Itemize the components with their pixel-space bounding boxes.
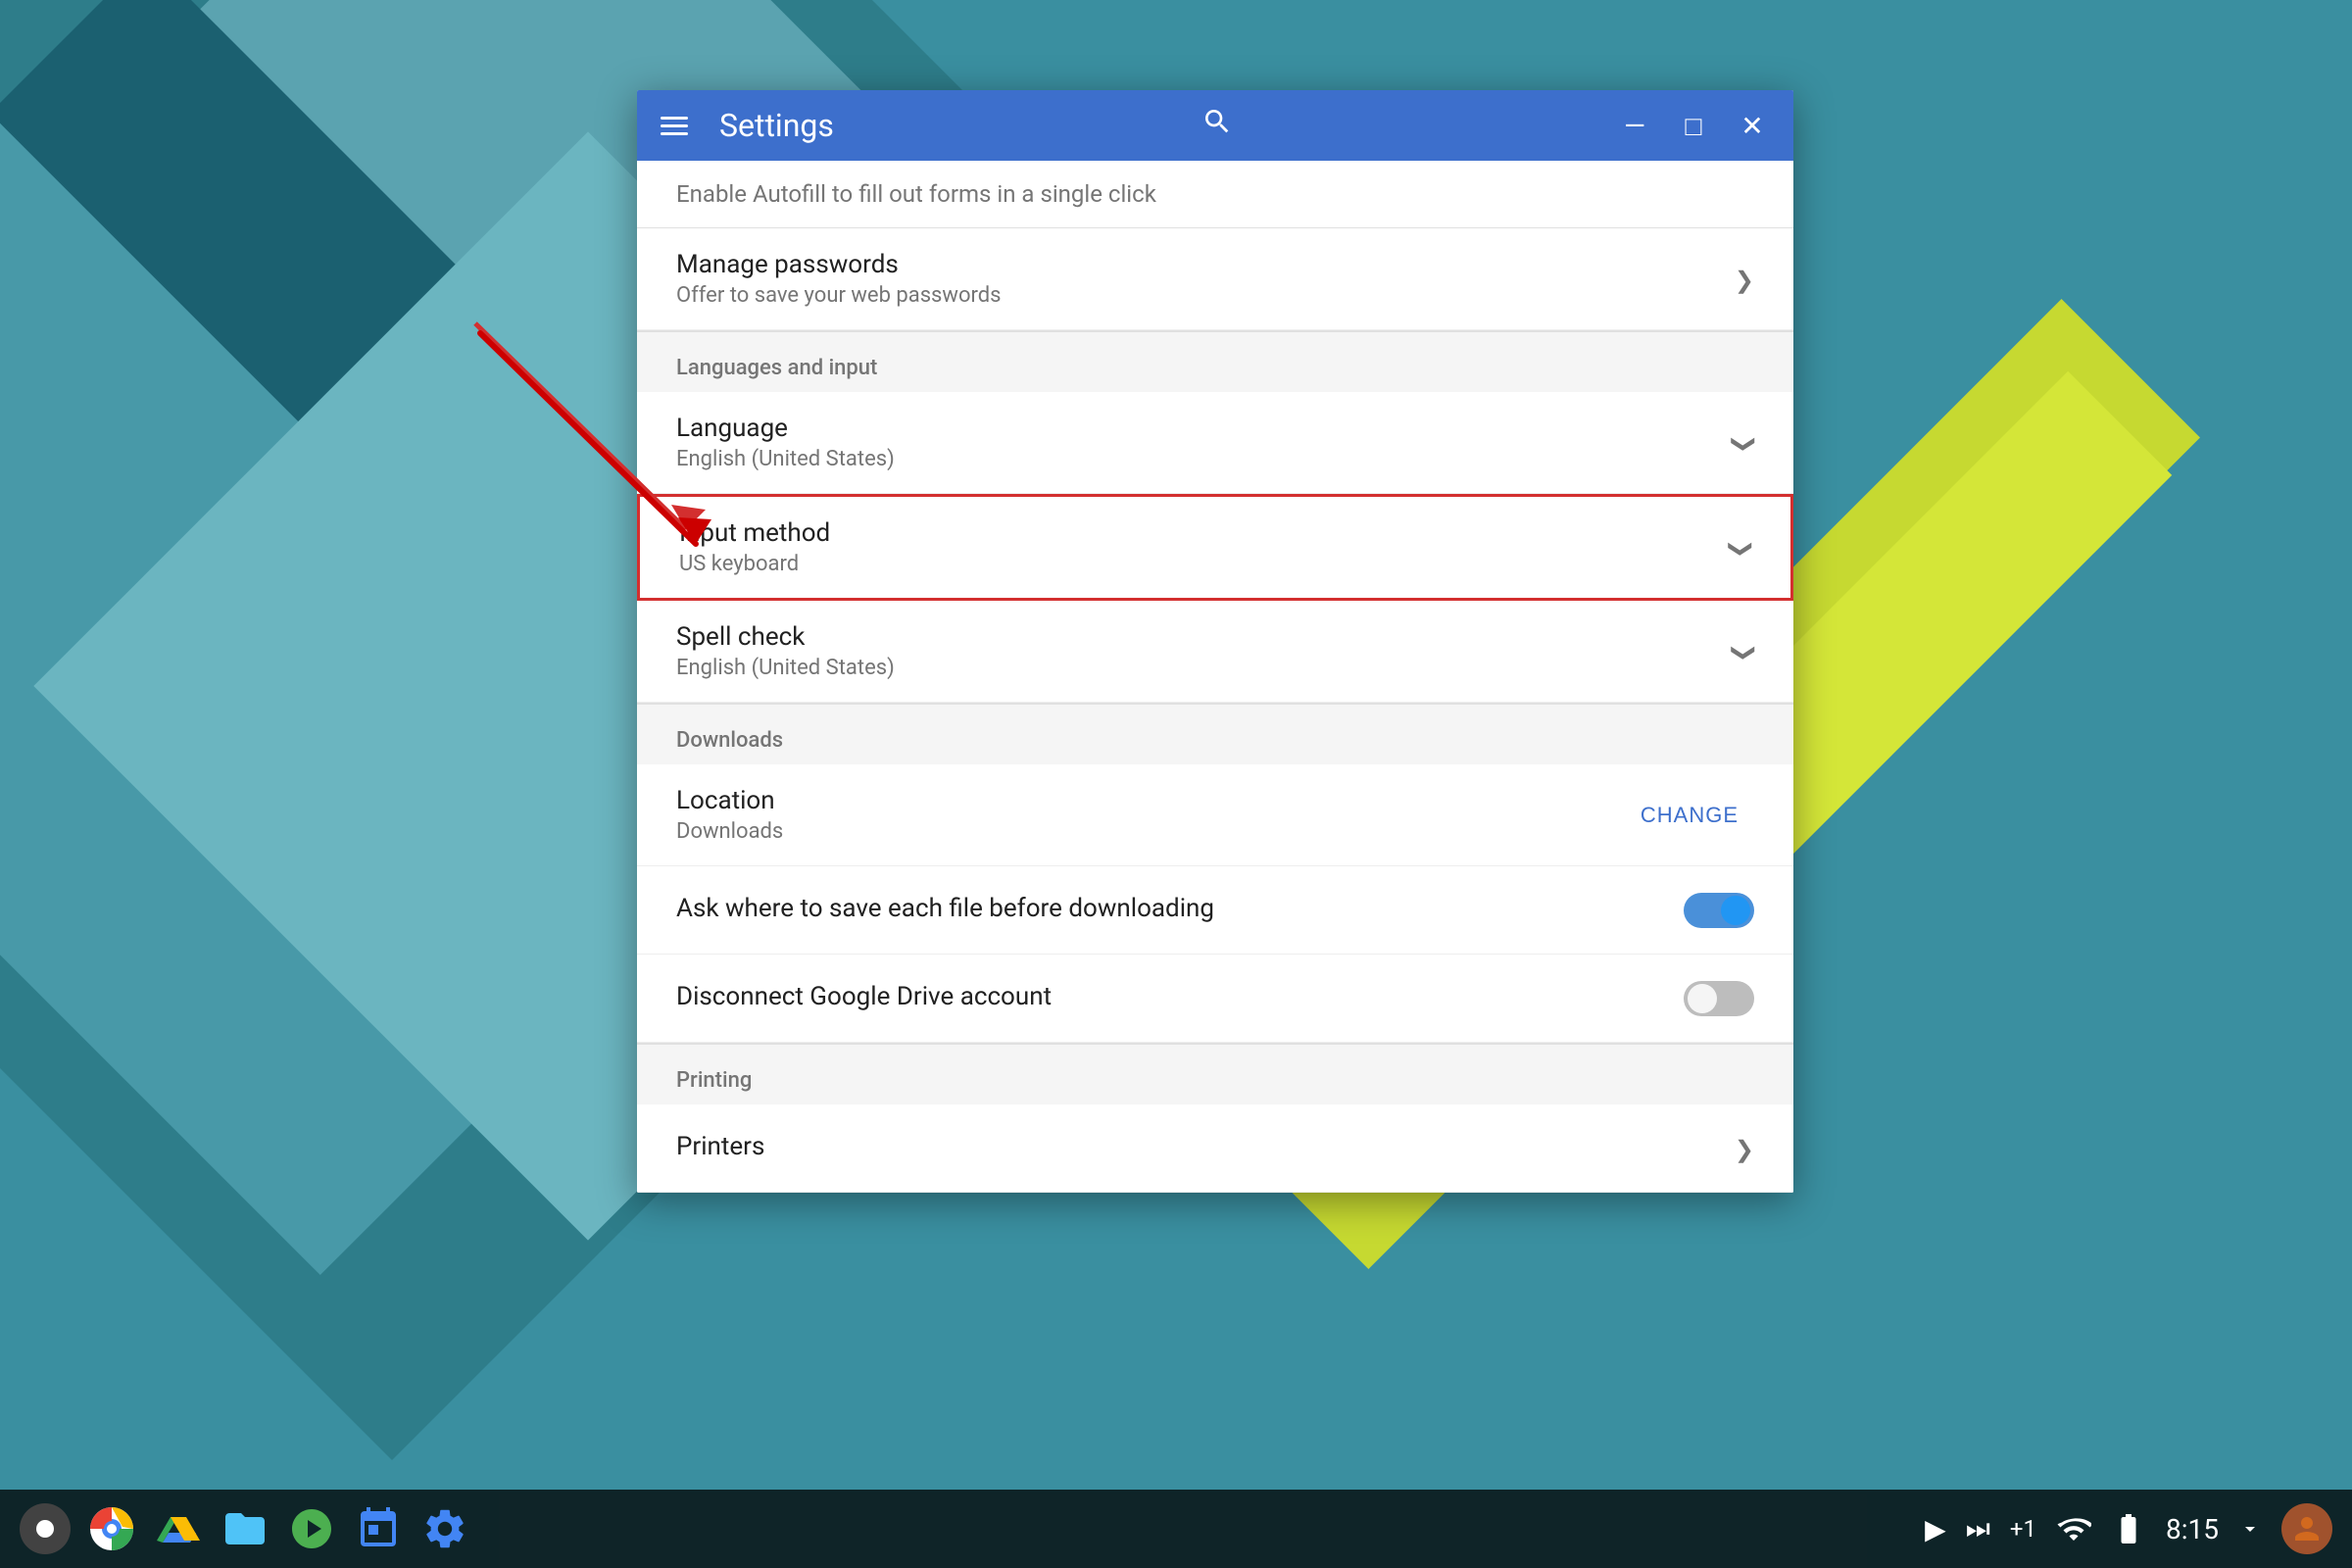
spell-check-row[interactable]: Spell check English (United States) bbox=[637, 601, 1793, 703]
manage-passwords-row[interactable]: Manage passwords Offer to save your web … bbox=[637, 228, 1793, 330]
location-subtitle: Downloads bbox=[676, 819, 1625, 844]
ask-where-title: Ask where to save each file before downl… bbox=[676, 894, 1668, 923]
disconnect-drive-content: Disconnect Google Drive account bbox=[676, 982, 1668, 1015]
printers-content: Printers bbox=[676, 1132, 1719, 1165]
search-icon[interactable] bbox=[1201, 106, 1233, 145]
google-drive-icon[interactable] bbox=[153, 1503, 204, 1554]
maximize-button[interactable]: □ bbox=[1676, 108, 1711, 143]
location-title: Location bbox=[676, 786, 1625, 815]
ask-where-toggle[interactable] bbox=[1684, 893, 1754, 928]
battery-icon bbox=[2111, 1511, 2146, 1546]
spell-check-chevron bbox=[1735, 635, 1754, 667]
settings-app-icon[interactable] bbox=[419, 1503, 470, 1554]
printers-arrow bbox=[1735, 1132, 1754, 1164]
input-method-highlight: Input method US keyboard bbox=[637, 494, 1793, 601]
window-title: Settings bbox=[719, 107, 834, 144]
play-icon[interactable]: ▶ bbox=[1925, 1513, 1946, 1545]
language-chevron bbox=[1735, 426, 1754, 459]
printers-row[interactable]: Printers bbox=[637, 1104, 1793, 1193]
disconnect-drive-toggle-thumb bbox=[1688, 984, 1717, 1013]
disconnect-drive-toggle[interactable] bbox=[1684, 981, 1754, 1016]
taskbar-right: ▶ ⏭ +1 8:15 bbox=[1925, 1503, 2332, 1554]
plus-one-badge: +1 bbox=[2010, 1515, 2036, 1543]
language-subtitle: English (United States) bbox=[676, 447, 1719, 471]
ask-where-toggle-container bbox=[1684, 893, 1754, 928]
user-avatar[interactable] bbox=[2281, 1503, 2332, 1554]
spell-check-content: Spell check English (United States) bbox=[676, 622, 1719, 680]
ask-where-row[interactable]: Ask where to save each file before downl… bbox=[637, 866, 1793, 955]
manage-passwords-title: Manage passwords bbox=[676, 250, 1719, 279]
languages-input-header: Languages and input bbox=[637, 332, 1793, 392]
wifi-icon bbox=[2056, 1511, 2091, 1546]
settings-window: Settings — □ ✕ Enable Autofill to fill o… bbox=[637, 90, 1793, 1193]
close-button[interactable]: ✕ bbox=[1735, 108, 1770, 143]
disconnect-drive-row[interactable]: Disconnect Google Drive account bbox=[637, 955, 1793, 1043]
desktop: Settings — □ ✕ Enable Autofill to fill o… bbox=[0, 0, 2352, 1568]
files-icon[interactable] bbox=[220, 1503, 270, 1554]
printing-header: Printing bbox=[637, 1045, 1793, 1104]
settings-content: Enable Autofill to fill out forms in a s… bbox=[637, 161, 1793, 1193]
window-controls: — □ ✕ bbox=[1617, 108, 1770, 143]
taskbar-time: 8:15 bbox=[2166, 1513, 2219, 1545]
next-icon[interactable]: ⏭ bbox=[1966, 1512, 1990, 1545]
taskbar: ▶ ⏭ +1 8:15 bbox=[0, 1490, 2352, 1568]
hangouts-icon[interactable] bbox=[286, 1503, 337, 1554]
input-method-subtitle: US keyboard bbox=[679, 552, 1716, 576]
spell-check-title: Spell check bbox=[676, 622, 1719, 652]
language-title: Language bbox=[676, 414, 1719, 443]
location-row: Location Downloads CHANGE bbox=[637, 764, 1793, 866]
disconnect-drive-toggle-container bbox=[1684, 981, 1754, 1016]
location-content: Location Downloads bbox=[676, 786, 1625, 844]
calendar-icon[interactable] bbox=[353, 1503, 404, 1554]
chrome-icon[interactable] bbox=[86, 1503, 137, 1554]
ask-where-toggle-thumb bbox=[1721, 896, 1750, 925]
record-button[interactable] bbox=[20, 1503, 71, 1554]
input-method-chevron bbox=[1732, 531, 1751, 564]
spell-check-subtitle: English (United States) bbox=[676, 656, 1719, 680]
ask-where-content: Ask where to save each file before downl… bbox=[676, 894, 1668, 927]
disconnect-drive-title: Disconnect Google Drive account bbox=[676, 982, 1668, 1011]
downloads-header: Downloads bbox=[637, 705, 1793, 764]
hamburger-menu-button[interactable] bbox=[661, 117, 688, 135]
language-row[interactable]: Language English (United States) bbox=[637, 392, 1793, 494]
minimize-button[interactable]: — bbox=[1617, 108, 1652, 143]
autofill-hint: Enable Autofill to fill out forms in a s… bbox=[637, 161, 1793, 228]
change-location-button[interactable]: CHANGE bbox=[1625, 795, 1754, 836]
language-content: Language English (United States) bbox=[676, 414, 1719, 471]
taskbar-left bbox=[20, 1503, 470, 1554]
manage-passwords-arrow bbox=[1735, 263, 1754, 295]
down-arrow-icon bbox=[2238, 1517, 2262, 1541]
input-method-content: Input method US keyboard bbox=[679, 518, 1716, 576]
manage-passwords-subtitle: Offer to save your web passwords bbox=[676, 283, 1719, 308]
input-method-title: Input method bbox=[679, 518, 1716, 548]
input-method-row[interactable]: Input method US keyboard bbox=[640, 497, 1790, 598]
printers-title: Printers bbox=[676, 1132, 1719, 1161]
manage-passwords-content: Manage passwords Offer to save your web … bbox=[676, 250, 1719, 308]
window-titlebar: Settings — □ ✕ bbox=[637, 90, 1793, 161]
